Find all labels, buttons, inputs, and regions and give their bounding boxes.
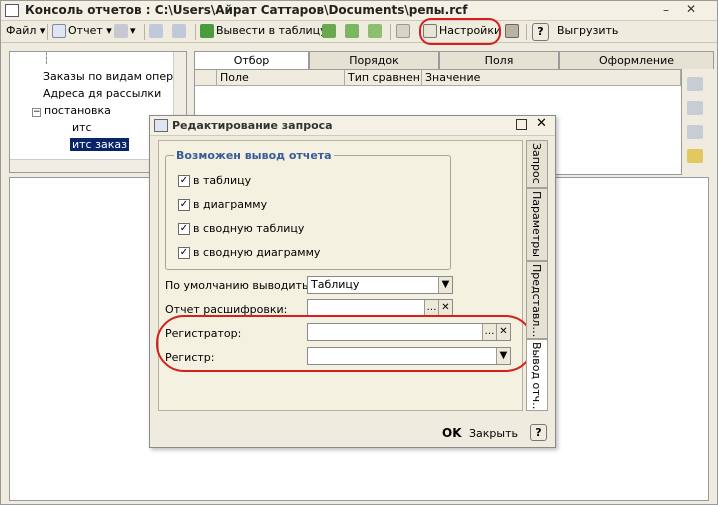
settings-tabs: Отбор Порядок Поля Оформление <box>194 51 714 69</box>
toolbar-separator <box>195 24 196 40</box>
default-output-value: Таблицу <box>311 278 360 291</box>
checkbox-pivot-table-box[interactable]: ✓ <box>178 223 190 235</box>
output-to-table-label: Вывести в таблицу <box>216 24 327 37</box>
save-settings-button[interactable] <box>505 23 521 41</box>
app-icon <box>5 4 19 17</box>
delete-icon[interactable] <box>687 125 703 139</box>
grid-dropdown-button[interactable]: ▾ <box>114 23 136 41</box>
checkbox-pivot-chart[interactable]: ✓ в сводную диаграмму <box>178 246 320 259</box>
edit-query-dialog: Редактирование запроса ✕ Возможен вывод … <box>149 115 556 448</box>
settings-highlight-circle <box>419 18 501 45</box>
grid-header-value[interactable]: Значение <box>422 70 681 86</box>
dialog-title-bar: Редактирование запроса ✕ <box>150 116 555 136</box>
dialog-vertical-tabs: Запрос Параметры Представл… Вывод отч… <box>526 140 548 411</box>
file-menu[interactable]: Файл ▾ <box>6 23 45 41</box>
tree-item-selected[interactable]: итс заказ <box>70 138 129 151</box>
vtab-report-output[interactable]: Вывод отч… <box>526 339 548 411</box>
move-left-button[interactable] <box>172 23 188 41</box>
checkbox-pivot-table[interactable]: ✓ в сводную таблицу <box>178 222 304 235</box>
dialog-help-button[interactable]: ? <box>530 424 547 441</box>
grid-header-check <box>195 70 217 86</box>
collapse-icon[interactable]: − <box>32 108 41 117</box>
ok-button[interactable]: OK <box>442 426 462 440</box>
pivot-output-button[interactable] <box>345 23 361 41</box>
grid-side-toolbar <box>687 77 707 173</box>
checkbox-table-box[interactable]: ✓ <box>178 175 190 187</box>
tab-fields[interactable]: Поля <box>439 51 559 69</box>
checkbox-pivot-chart-box[interactable]: ✓ <box>178 247 190 259</box>
save-icon <box>505 24 519 38</box>
arrow-left-icon <box>172 24 186 38</box>
add-icon[interactable] <box>687 149 703 163</box>
window-title: Консоль отчетов : C:\Users\Айрат Саттаро… <box>25 3 468 17</box>
chart-icon <box>322 24 336 38</box>
table-output-icon <box>200 24 214 38</box>
help-button[interactable]: ? <box>532 23 549 41</box>
check-all-icon[interactable] <box>687 77 703 91</box>
toolbar-separator <box>47 24 48 40</box>
tree-item-label: постановка <box>44 104 111 117</box>
vtab-label: Запрос <box>530 143 543 184</box>
toolbar-separator <box>144 24 145 40</box>
chevron-down-icon[interactable]: ▼ <box>438 277 452 293</box>
checkbox-label: в таблицу <box>193 174 252 187</box>
pivot-table-icon <box>345 24 359 38</box>
tree-item[interactable]: Адреса дя рассылки <box>43 87 161 100</box>
vtab-parameters[interactable]: Параметры <box>526 188 548 261</box>
tree-connector: ┆ <box>43 52 50 65</box>
clear-icon[interactable]: ✕ <box>438 300 452 316</box>
unload-button[interactable]: Выгрузить <box>557 23 618 41</box>
calc-button[interactable] <box>396 23 412 41</box>
tree-item[interactable]: Заказы по видам опера <box>43 70 180 83</box>
vtab-label: Вывод отч… <box>530 342 543 411</box>
toolbar-separator <box>390 24 391 40</box>
grid-header-field[interactable]: Поле <box>217 70 345 86</box>
dialog-footer: OK Закрыть ? <box>150 422 555 448</box>
tab-order[interactable]: Порядок <box>309 51 439 69</box>
checkbox-label: в диаграмму <box>193 198 268 211</box>
tab-formatting[interactable]: Оформление <box>559 51 714 69</box>
dialog-icon <box>154 119 168 132</box>
sigma-icon <box>52 24 66 38</box>
toolbar: Файл ▾ Отчет ▾ ▾ Вывести в таблицу Настр… <box>1 18 717 45</box>
checkbox-chart-box[interactable]: ✓ <box>178 199 190 211</box>
arrow-right-icon <box>149 24 163 38</box>
default-output-label: По умолчанию выводить в: <box>165 279 323 292</box>
calculator-icon <box>396 24 410 38</box>
dialog-close-icon[interactable]: ✕ <box>536 116 547 131</box>
move-right-button[interactable] <box>149 23 165 41</box>
vtab-label: Параметры <box>530 191 543 257</box>
minimize-button[interactable]: – <box>658 3 674 18</box>
dialog-title: Редактирование запроса <box>172 119 333 132</box>
checkbox-label: в сводную диаграмму <box>193 246 321 259</box>
vtab-query[interactable]: Запрос <box>526 140 548 188</box>
vtab-label: Представл… <box>530 264 543 338</box>
tree-item[interactable]: итс <box>72 121 92 134</box>
grid-header-comparison[interactable]: Тип сравнен… <box>345 70 422 86</box>
close-window-button[interactable]: ✕ <box>683 2 699 17</box>
vtab-representation[interactable]: Представл… <box>526 261 548 339</box>
registrar-highlight-circle <box>156 315 534 372</box>
tab-filter[interactable]: Отбор <box>194 51 309 69</box>
title-bar: Консоль отчетов : C:\Users\Айрат Саттаро… <box>1 1 717 21</box>
tree-item-postanovka[interactable]: − постановка <box>32 104 111 117</box>
report-menu[interactable]: Отчет ▾ <box>52 23 112 41</box>
output-to-table-button[interactable]: Вывести в таблицу <box>200 23 327 41</box>
toolbar-separator <box>526 24 527 40</box>
ellipsis-button[interactable]: … <box>424 300 438 316</box>
chart-output-button[interactable] <box>322 23 338 41</box>
close-button[interactable]: Закрыть <box>469 427 518 440</box>
output-options-label: Возможен вывод отчета <box>174 149 334 162</box>
copy-icon[interactable] <box>687 101 703 115</box>
pivot-chart-output-button[interactable] <box>368 23 384 41</box>
checkbox-table[interactable]: ✓ в таблицу <box>178 174 251 187</box>
checkbox-chart[interactable]: ✓ в диаграмму <box>178 198 267 211</box>
report-menu-label: Отчет ▾ <box>68 24 112 37</box>
grid-icon <box>114 24 128 38</box>
checkbox-label: в сводную таблицу <box>193 222 305 235</box>
default-output-select[interactable]: Таблицу ▼ <box>307 276 453 294</box>
maximize-icon[interactable] <box>516 119 527 130</box>
pivot-chart-icon <box>368 24 382 38</box>
